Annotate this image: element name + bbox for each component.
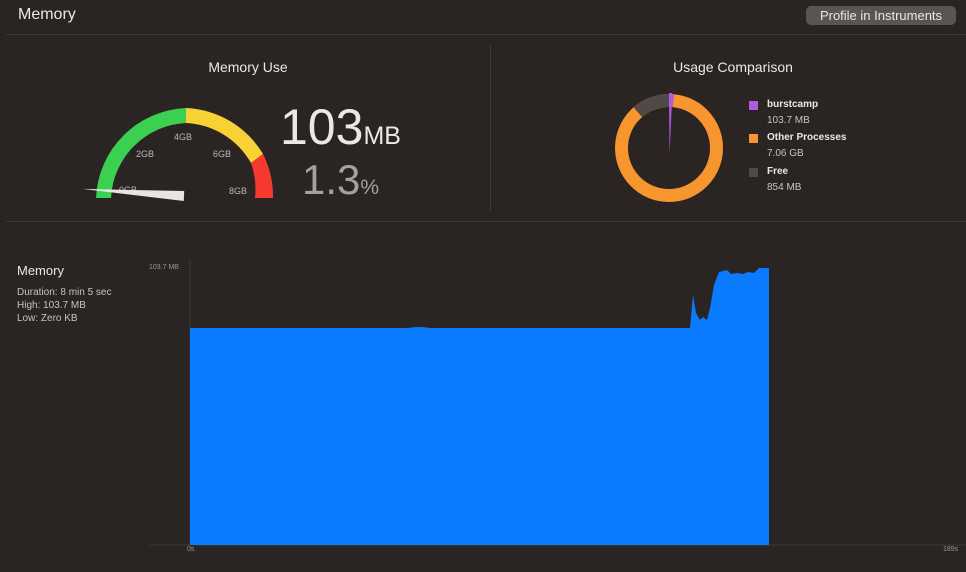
memory-use-title: Memory Use (208, 59, 288, 75)
usage-comparison-title: Usage Comparison (673, 59, 793, 75)
donut-other-processes (615, 94, 723, 202)
memory-percent: 1.3% (302, 156, 379, 204)
memory-graph: 103.7 MB 0s 189s (149, 260, 966, 553)
memory-value-number: 103 (280, 99, 364, 155)
donut-free (633, 94, 670, 118)
y-axis-max-label: 103.7 MB (149, 264, 179, 271)
memory-gauge: 0GB 2GB 4GB 6GB 8GB (82, 108, 274, 201)
memory-area (190, 268, 769, 545)
legend-value: 103.7 MB (767, 115, 810, 126)
duration-stat: Duration: 8 min 5 sec (17, 287, 112, 298)
graph-title: Memory (17, 263, 64, 278)
legend-name: Other Processes (767, 132, 847, 143)
memory-value: 103MB (280, 98, 401, 156)
header-divider (6, 34, 966, 35)
x-axis-start-label: 0s (187, 546, 195, 553)
low-stat: Low: Zero KB (17, 313, 78, 324)
section-divider-horizontal (6, 221, 966, 222)
legend-value: 854 MB (767, 182, 802, 193)
memory-percent-number: 1.3 (302, 156, 361, 203)
legend-name: Free (767, 166, 789, 177)
profile-in-instruments-button[interactable]: Profile in Instruments (806, 6, 956, 25)
gauge-red-segment (251, 154, 274, 198)
legend-swatch-burstcamp (749, 101, 758, 110)
gauge-label-4gb: 4GB (174, 132, 192, 142)
gauge-label-2gb: 2GB (136, 149, 154, 159)
memory-percent-unit: % (360, 176, 380, 199)
legend-swatch-free (749, 168, 758, 177)
legend-name: burstcamp (767, 99, 819, 110)
x-axis-end-label: 189s (943, 546, 959, 553)
page-title: Memory (18, 6, 76, 23)
usage-donut-chart (615, 93, 723, 202)
legend-swatch-other-processes (749, 134, 758, 143)
gauge-label-8gb: 8GB (229, 186, 247, 196)
memory-value-unit: MB (363, 122, 401, 150)
donut-pointer (669, 93, 673, 155)
high-stat: High: 103.7 MB (17, 300, 86, 311)
section-divider (490, 45, 491, 211)
gauge-label-6gb: 6GB (213, 149, 231, 159)
legend-value: 7.06 GB (767, 148, 804, 159)
